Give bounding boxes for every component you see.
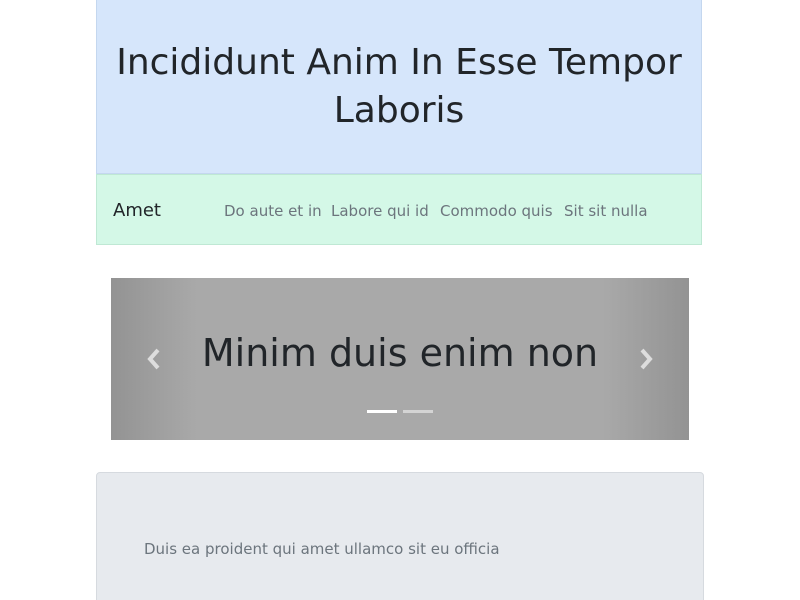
carousel-slide-title: Minim duis enim non <box>201 331 599 375</box>
jumbotron-text: Duis ea proident qui amet ullamco sit eu… <box>144 540 500 558</box>
jumbotron: Duis ea proident qui amet ullamco sit eu… <box>96 472 704 600</box>
nav-item-3[interactable]: Commodo quis <box>440 201 553 221</box>
nav-item-4[interactable]: Sit sit nulla <box>564 201 648 221</box>
page-title: Incididunt Anim In Esse Tempor Laboris <box>116 41 682 131</box>
carousel: Minim duis enim non <box>111 278 689 440</box>
carousel-indicator-2[interactable] <box>403 410 433 413</box>
navbar-brand[interactable]: Amet <box>113 199 161 223</box>
page-header: Incididunt Anim In Esse Tempor Laboris <box>96 0 702 174</box>
page: Incididunt Anim In Esse Tempor Laboris A… <box>0 0 800 600</box>
carousel-indicator-1[interactable] <box>367 410 397 413</box>
chevron-left-icon[interactable] <box>144 346 164 372</box>
nav-item-1[interactable]: Do aute et in <box>224 201 322 221</box>
nav-item-2[interactable]: Labore qui id <box>331 201 429 221</box>
navbar: Amet Do aute et in Labore qui id Commodo… <box>96 174 702 245</box>
chevron-right-icon[interactable] <box>636 346 656 372</box>
